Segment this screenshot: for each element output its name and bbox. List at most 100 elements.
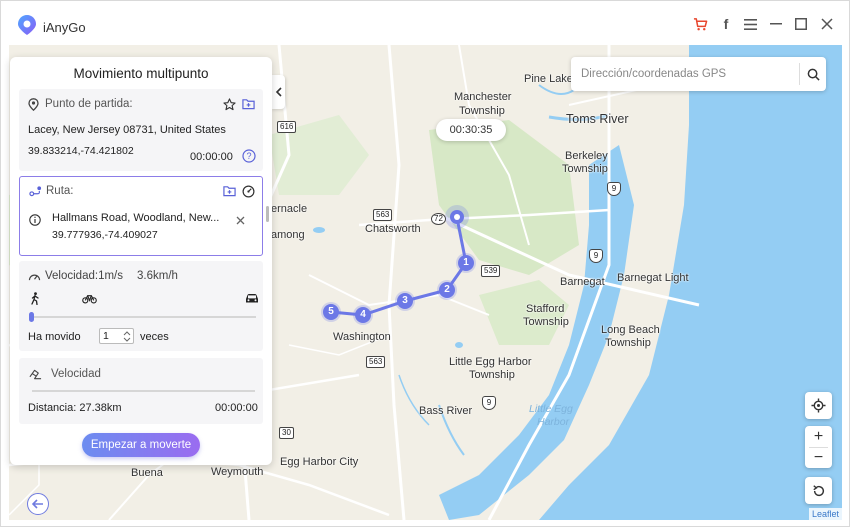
route-shield: 539 [481,265,501,277]
search-divider [799,63,800,85]
back-arrow-icon[interactable] [27,493,49,515]
map-label: ernacle [271,203,308,215]
map-label: Washington [333,331,391,343]
route-address: Hallmans Road, Woodland, New... [52,212,220,224]
progress-time: 00:00:00 [215,402,258,414]
car-icon[interactable] [244,292,259,304]
reset-rotate-icon[interactable] [805,477,832,504]
map-label: Long Beach [601,324,660,336]
progress-track [32,390,255,392]
menu-icon[interactable] [741,15,759,33]
app-name: iAnyGo [43,20,86,35]
search-icon[interactable] [803,64,823,84]
stepper-arrows-icon[interactable] [122,330,132,343]
progress-label: Velocidad [51,368,101,380]
map-label: Township [562,163,608,175]
route-card: Ruta: Hallmans Road, Woodland, New... 39… [19,176,269,256]
map-label: Chatsworth [365,223,421,235]
speed-card: Velocidad:1m/s 3.6km/h Ha movido veces [19,261,263,351]
locate-me-icon[interactable] [805,392,832,419]
us-route-shield: 9 [482,396,496,410]
speed-slider-track[interactable] [32,316,256,318]
save-route-folder-icon[interactable] [222,184,236,198]
progress-card: Velocidad Distancia: 27.38km 00:00:00 [19,358,263,424]
star-icon[interactable] [222,97,236,111]
route-label: Ruta: [46,185,74,197]
start-moving-button[interactable]: Empezar a moverte [82,433,200,457]
start-point-card: Punto de partida: Lacey, New Jersey 0873… [19,89,263,171]
start-coords: 39.833214,-74.421802 [28,145,134,157]
facebook-icon[interactable]: f [717,15,735,33]
multipoint-panel: Movimiento multipunto Punto de partida: … [10,57,272,465]
map-label: Township [605,337,651,349]
waypoint-marker[interactable]: 1 [458,255,474,271]
us-route-shield: 9 [607,182,621,196]
app-logo-icon [18,15,36,35]
map-label: Egg Harbor City [280,456,359,468]
route-shield: 563 [366,356,386,368]
map-label: Little Egg [529,403,573,415]
zoom-in-button[interactable]: + [805,426,832,447]
cart-icon[interactable] [691,15,709,33]
start-address: Lacey, New Jersey 08731, United States [28,124,226,136]
eraser-icon [28,367,42,380]
save-folder-icon[interactable] [241,97,255,111]
route-coords: 39.777936,-74.409027 [52,229,158,241]
search-input[interactable] [581,65,791,83]
times-moved-input[interactable] [103,330,121,342]
waypoint-marker[interactable]: 3 [397,293,413,309]
map-label: Manchester [454,91,512,103]
map-label: Harbor [537,416,570,428]
speed-label: Velocidad:1m/s [45,270,123,282]
waypoint-marker[interactable]: 4 [355,307,371,323]
route-shield: 30 [279,427,294,439]
start-point-label: Punto de partida: [45,98,133,110]
map-label: Pine Lake [524,73,573,85]
start-time: 00:00:00 [190,151,233,163]
map-label: Stafford [526,303,565,315]
map-label: Township [469,369,515,381]
app-window: iAnyGo f Pine Lake Manchester Township T… [0,0,850,527]
info-icon [28,213,41,226]
speed-slider-thumb[interactable] [29,312,34,322]
walking-icon[interactable] [29,291,41,305]
svg-text:?: ? [246,151,251,161]
map-label: Buena [131,467,163,479]
maximize-icon[interactable] [792,15,810,33]
times-moved-stepper[interactable] [99,328,134,344]
route-scrollbar[interactable] [266,206,269,222]
collapse-panel-chevron-icon[interactable] [271,75,285,109]
map-label: Township [523,316,569,328]
times-label: veces [140,331,169,343]
waypoint-marker[interactable]: 2 [439,282,455,298]
moved-label: Ha movido [28,331,81,343]
search-box [571,57,826,91]
map-label: among [271,229,305,241]
route-icon [28,185,42,197]
map-attribution-link[interactable]: Leaflet [808,508,842,520]
panel-title: Movimiento multipunto [73,66,209,81]
bicycle-icon[interactable] [81,292,97,304]
help-icon[interactable]: ? [242,149,256,163]
location-pin-icon [27,98,39,111]
map-label: Toms River [566,112,629,126]
map-label: Berkeley [565,150,608,162]
map-label: Bass River [419,405,473,417]
route-shield: 72 [431,213,446,225]
elapsed-timer: 00:30:35 [436,119,506,141]
route-settings-icon[interactable] [241,184,255,198]
map-label: Little Egg Harbor [449,356,532,368]
remove-waypoint-close-icon[interactable] [234,214,246,226]
map-label: Barnegat Light [617,272,689,284]
close-icon[interactable] [818,15,836,33]
distance-text: Distancia: 27.38km [28,402,122,414]
route-shield: 563 [373,209,393,221]
speedometer-icon [27,270,41,282]
zoom-out-button[interactable]: − [805,447,832,468]
waypoint-marker[interactable]: 5 [323,304,339,320]
route-shield: 616 [277,121,297,133]
zoom-control: + − [805,426,832,468]
map-label: Weymouth [211,466,264,478]
minimize-icon[interactable] [767,15,785,33]
map-label: Township [459,105,505,117]
